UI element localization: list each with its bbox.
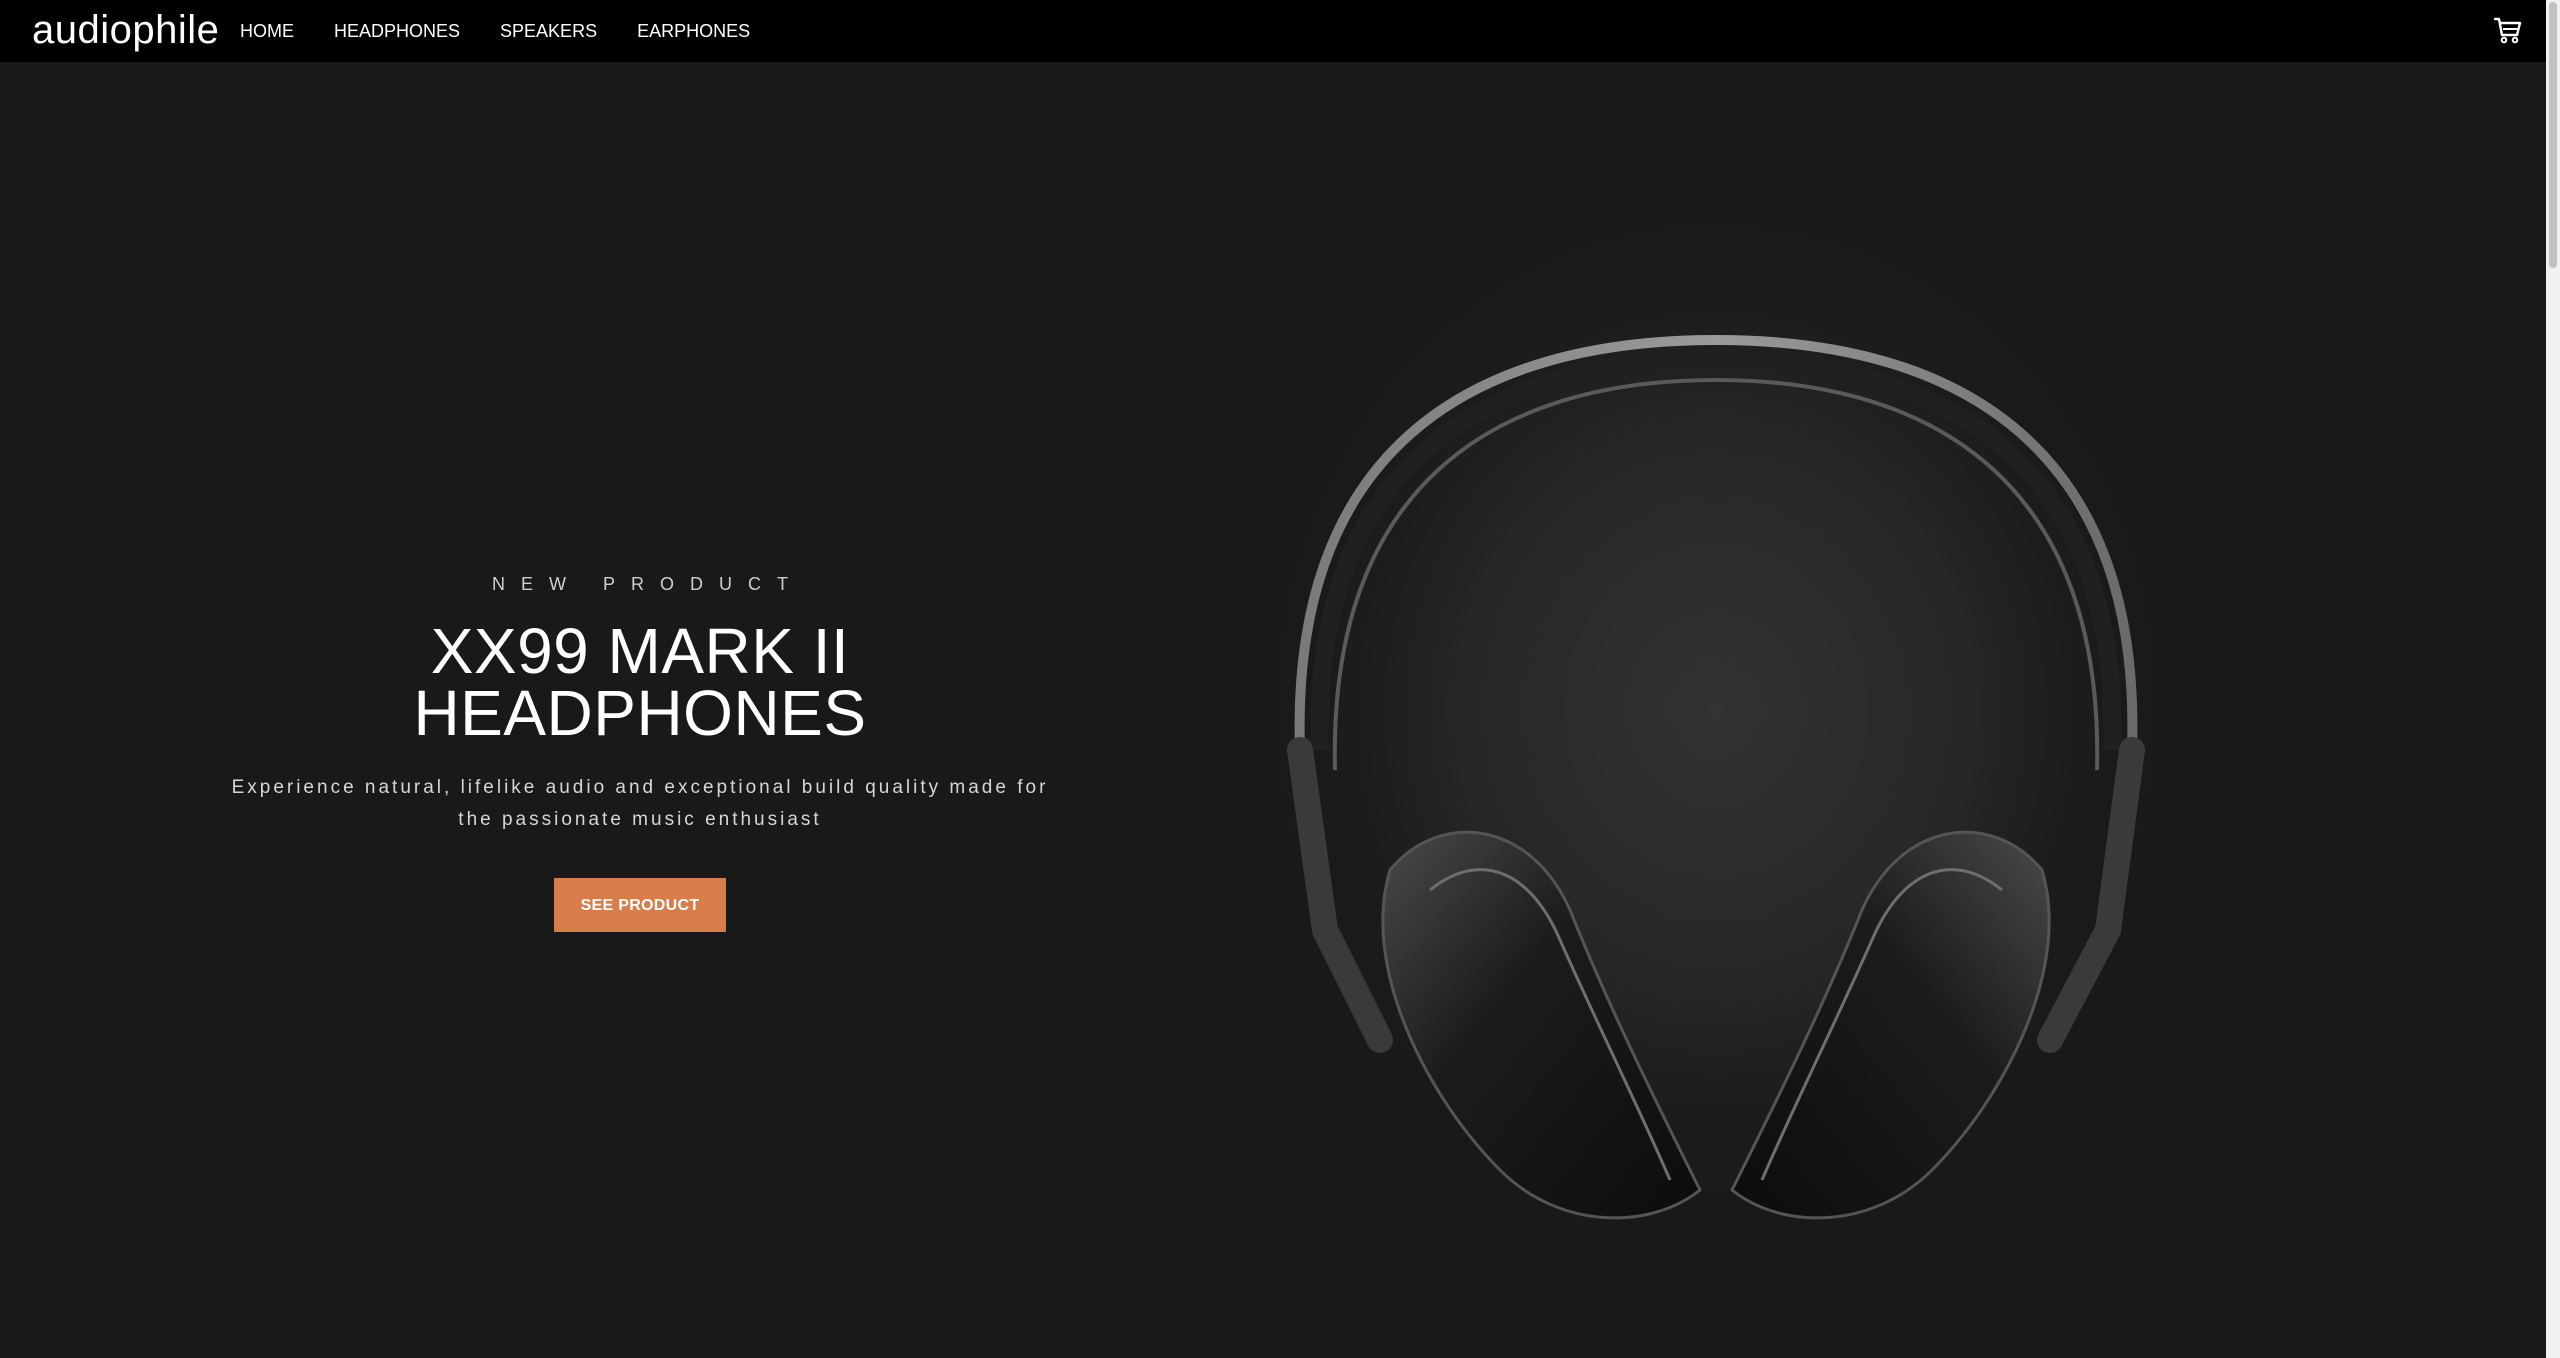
nav-links: HOME HEADPHONES SPEAKERS EARPHONES [240, 19, 790, 43]
hero-text: NEW PRODUCT XX99 MARK II HEADPHONES Expe… [200, 570, 1080, 932]
nav-earphones[interactable]: EARPHONES [637, 19, 750, 43]
hero-description: Experience natural, lifelike audio and e… [231, 777, 1049, 830]
nav-home[interactable]: HOME [240, 19, 294, 43]
cart-icon[interactable] [2492, 14, 2524, 46]
hero-title-line2: HEADPHONES [413, 677, 867, 749]
navbar: audiophile HOME HEADPHONES SPEAKERS EARP… [0, 0, 2546, 62]
hero-overline: NEW PRODUCT [492, 574, 804, 594]
nav-headphones[interactable]: HEADPHONES [334, 19, 460, 43]
logo[interactable]: audiophile [32, 6, 219, 54]
scrollbar-thumb[interactable] [2549, 2, 2557, 268]
scrollbar[interactable] [2546, 0, 2560, 1358]
see-product-button[interactable]: SEE PRODUCT [554, 878, 726, 932]
page: audiophile HOME HEADPHONES SPEAKERS EARP… [0, 0, 2560, 1358]
headphones-image [1230, 150, 2230, 1280]
hero-title: XX99 MARK II HEADPHONES [200, 619, 1080, 745]
nav-speakers[interactable]: SPEAKERS [500, 19, 597, 43]
